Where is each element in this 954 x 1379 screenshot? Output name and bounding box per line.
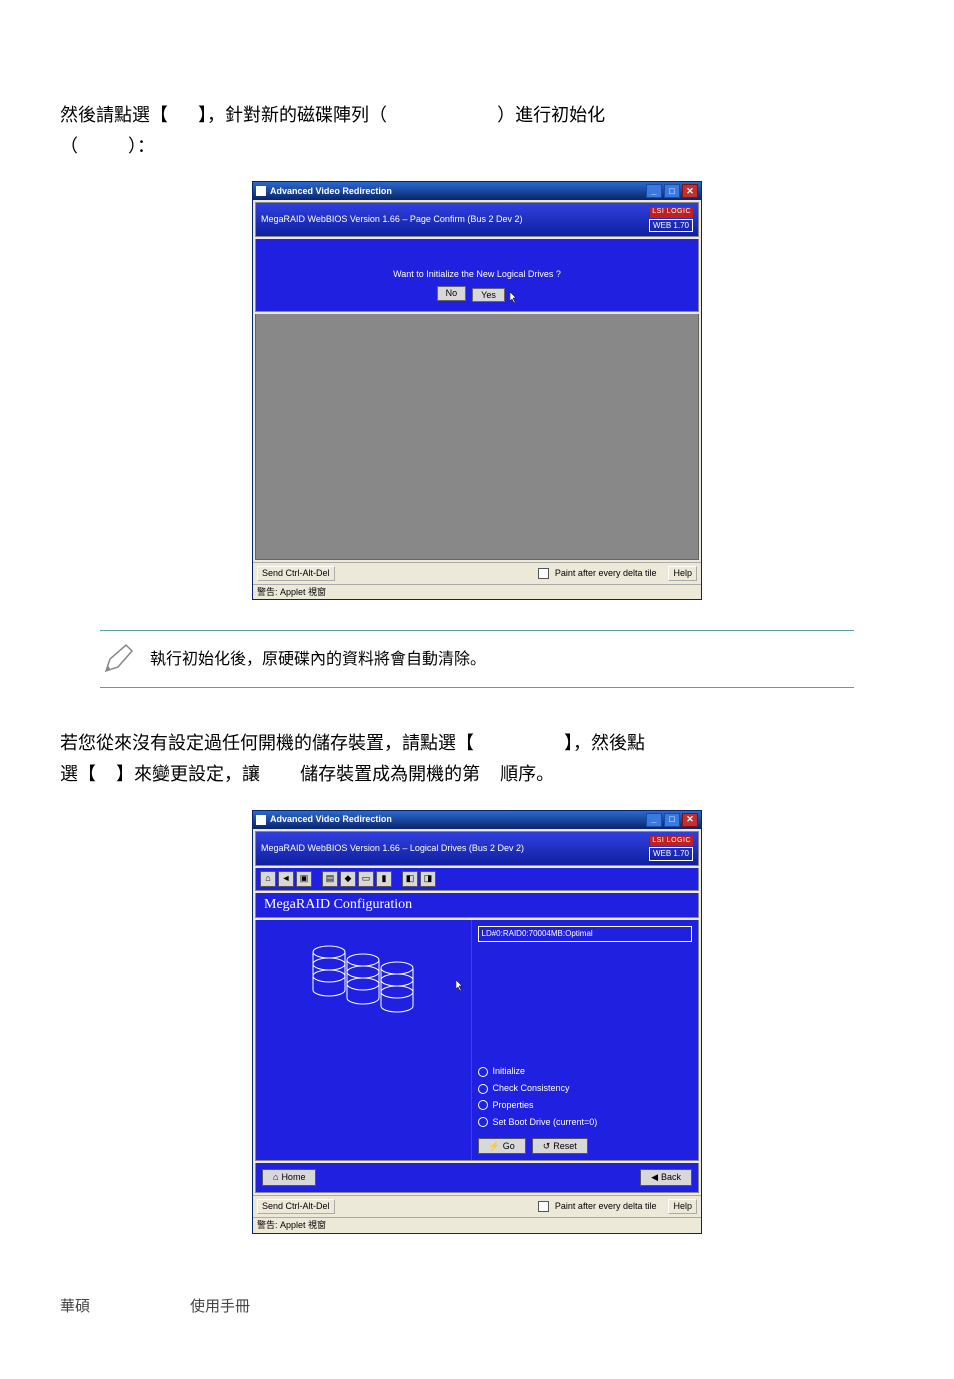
p1-text-c: ）進行初始化: [497, 105, 605, 125]
confirm-prompt: Want to Initialize the New Logical Drive…: [262, 269, 692, 280]
web-badge: WEB 1.70: [649, 219, 693, 233]
p1-text-d: （: [60, 136, 78, 156]
footer-left: 華碩: [60, 1298, 90, 1315]
window-titlebar: Advanced Video Redirection _ □ ✕: [253, 182, 701, 200]
inner-header: MegaRAID WebBIOS Version 1.66 – Page Con…: [255, 202, 699, 237]
page-footer: 華碩 使用手冊: [60, 1264, 894, 1320]
p1-text-e: ）：: [128, 136, 155, 156]
radio-set-boot-drive[interactable]: Set Boot Drive (current=0): [478, 1117, 693, 1128]
paint-checkbox[interactable]: [538, 568, 549, 579]
home-button[interactable]: ⌂ Home: [262, 1169, 316, 1186]
status-bar: 警告: Applet 視窗: [253, 1217, 701, 1233]
drive-diagram-panel: [256, 920, 472, 1160]
inner-title: MegaRAID WebBIOS Version 1.66 – Logical …: [261, 843, 524, 854]
window-title: Advanced Video Redirection: [270, 814, 392, 825]
send-cad-button[interactable]: Send Ctrl-Alt-Del: [257, 566, 335, 581]
go-button[interactable]: ⚡ Go: [478, 1138, 526, 1155]
toolbar-btn-a-icon[interactable]: ▤: [322, 871, 338, 887]
p2-text-f: 順序。: [500, 764, 554, 784]
brand-block: LSI LOGIC WEB 1.70: [649, 207, 693, 232]
cursor-icon: [456, 980, 466, 995]
window-titlebar: Advanced Video Redirection _ □ ✕: [253, 811, 701, 829]
disk-stack-icon: [303, 932, 423, 1033]
no-button[interactable]: No: [437, 286, 467, 301]
radio-list: Initialize Check Consistency Properties: [478, 1066, 693, 1127]
screenshot-1: Advanced Video Redirection _ □ ✕ MegaRAI…: [60, 181, 894, 600]
radio-label: Check Consistency: [493, 1083, 570, 1094]
cursor-icon: [510, 292, 520, 307]
p2-text-e: 儲存裝置成為開機的第: [300, 764, 480, 784]
toolbar-btn-d-icon[interactable]: ▮: [376, 871, 392, 887]
paint-label: Paint after every delta tile: [555, 568, 657, 579]
toolbar-back-icon[interactable]: ◄: [278, 871, 294, 887]
config-title: MegaRAID Configuration: [255, 893, 699, 919]
p1-text-a: 然後請點選【: [60, 105, 168, 125]
go-icon: ⚡: [489, 1141, 500, 1152]
radio-icon: [478, 1084, 488, 1094]
paragraph-2: 若您從來沒有設定過任何開機的儲存裝置，請點選【 】，然後點 選【 】來變更設定，…: [60, 728, 894, 789]
reset-button[interactable]: ↺ Reset: [532, 1138, 588, 1155]
reset-label: Reset: [553, 1141, 577, 1152]
send-cad-button[interactable]: Send Ctrl-Alt-Del: [257, 1199, 335, 1214]
pencil-icon: [100, 641, 136, 677]
inner-header: MegaRAID WebBIOS Version 1.66 – Logical …: [255, 831, 699, 866]
close-button[interactable]: ✕: [682, 184, 698, 198]
paint-checkbox[interactable]: [538, 1201, 549, 1212]
toolbar-btn-e-icon[interactable]: ◧: [402, 871, 418, 887]
inner-title: MegaRAID WebBIOS Version 1.66 – Page Con…: [261, 214, 522, 225]
close-button[interactable]: ✕: [682, 813, 698, 827]
home-label: Home: [281, 1172, 305, 1183]
help-button[interactable]: Help: [668, 1199, 697, 1214]
gray-panel: [255, 314, 699, 560]
p2-text-d: 】來變更設定，讓: [116, 764, 260, 784]
brand-logo: LSI LOGIC: [650, 207, 693, 217]
help-button[interactable]: Help: [668, 566, 697, 581]
p2-text-a: 若您從來沒有設定過任何開機的儲存裝置，請點選【: [60, 733, 474, 753]
radio-icon: [478, 1117, 488, 1127]
paint-label: Paint after every delta tile: [555, 1201, 657, 1212]
toolbar-forward-icon[interactable]: ▣: [296, 871, 312, 887]
minimize-button[interactable]: _: [646, 813, 662, 827]
yes-button[interactable]: Yes: [472, 288, 505, 302]
p1-text-b: 】，針對新的磁碟陣列（: [198, 105, 387, 125]
screenshot-2: Advanced Video Redirection _ □ ✕ MegaRAI…: [60, 810, 894, 1234]
window-title: Advanced Video Redirection: [270, 186, 392, 197]
toolbar: ⌂ ◄ ▣ ▤ ◆ ▭ ▮ ◧ ◨: [255, 868, 699, 891]
web-badge: WEB 1.70: [649, 847, 693, 861]
radio-properties[interactable]: Properties: [478, 1100, 693, 1111]
brand-block: LSI LOGIC WEB 1.70: [649, 836, 693, 861]
radio-label: Properties: [493, 1100, 534, 1111]
go-label: Go: [503, 1141, 515, 1152]
footer-right: 使用手冊: [190, 1298, 250, 1315]
toolbar-btn-f-icon[interactable]: ◨: [420, 871, 436, 887]
home-icon: ⌂: [273, 1172, 278, 1183]
back-icon: ◀: [651, 1172, 658, 1183]
maximize-button[interactable]: □: [664, 813, 680, 827]
paragraph-1: 然後請點選【 】，針對新的磁碟陣列（ ）進行初始化 （ ）：: [60, 100, 894, 161]
status-bar: 警告: Applet 視窗: [253, 584, 701, 600]
minimize-button[interactable]: _: [646, 184, 662, 198]
radio-label: Set Boot Drive (current=0): [493, 1117, 598, 1128]
maximize-button[interactable]: □: [664, 184, 680, 198]
note-block: 執行初始化後，原硬碟內的資料將會自動清除。: [100, 630, 854, 688]
toolbar-home-icon[interactable]: ⌂: [260, 871, 276, 887]
app-icon: [256, 815, 266, 825]
radio-check-consistency[interactable]: Check Consistency: [478, 1083, 693, 1094]
toolbar-btn-c-icon[interactable]: ▭: [358, 871, 374, 887]
toolbar-btn-b-icon[interactable]: ◆: [340, 871, 356, 887]
confirm-panel: Want to Initialize the New Logical Drive…: [255, 239, 699, 312]
brand-logo: LSI LOGIC: [650, 836, 693, 846]
logical-drive-entry[interactable]: LD#0:RAID0:70004MB:Optimal: [478, 926, 693, 942]
reset-icon: ↺: [543, 1141, 551, 1152]
back-label: Back: [661, 1172, 681, 1183]
back-button[interactable]: ◀ Back: [640, 1169, 692, 1186]
note-text: 執行初始化後，原硬碟內的資料將會自動清除。: [150, 646, 486, 673]
app-icon: [256, 186, 266, 196]
radio-icon: [478, 1100, 488, 1110]
p2-text-c: 選【: [60, 764, 96, 784]
p2-text-b: 】，然後點: [564, 733, 645, 753]
radio-icon: [478, 1067, 488, 1077]
radio-initialize[interactable]: Initialize: [478, 1066, 693, 1077]
radio-label: Initialize: [493, 1066, 526, 1077]
